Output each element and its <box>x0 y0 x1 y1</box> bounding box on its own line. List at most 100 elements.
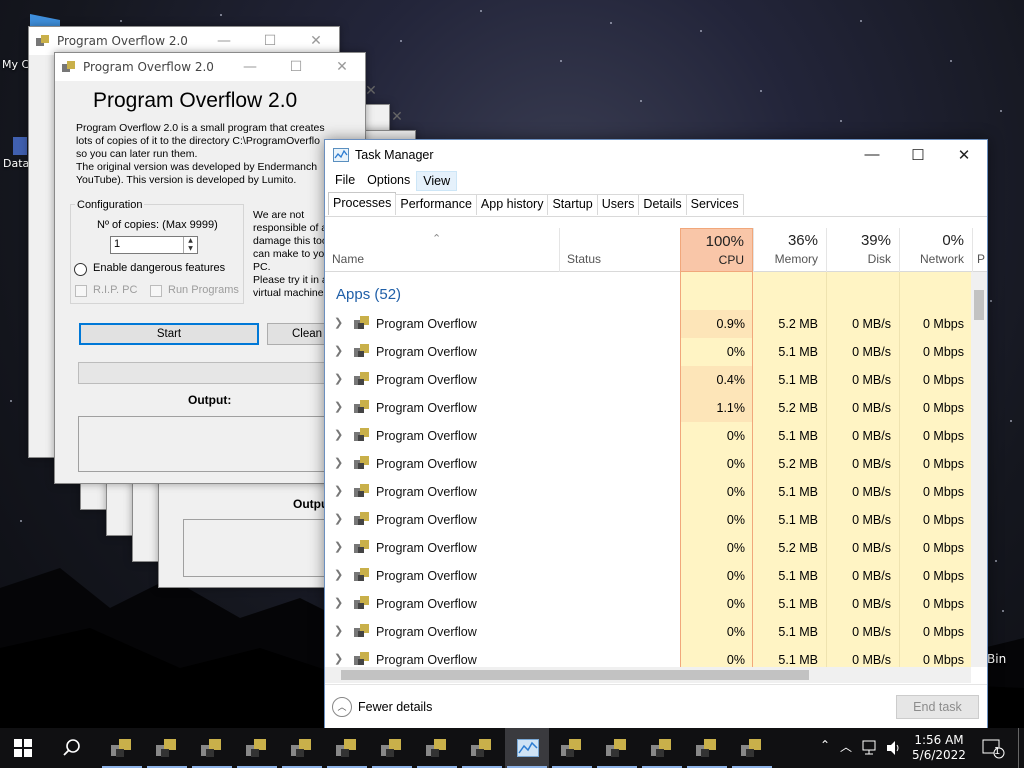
column-power[interactable]: P <box>972 228 987 272</box>
taskbar-program-overflow[interactable] <box>145 728 189 768</box>
desktop-icon-label-computer[interactable]: My C <box>2 58 29 71</box>
taskbar-program-overflow[interactable] <box>550 728 594 768</box>
expand-chevron-icon[interactable]: ❯ <box>334 456 343 469</box>
dangerous-features-radio[interactable] <box>74 263 87 276</box>
scrollbar-thumb[interactable] <box>974 290 984 320</box>
tab-performance[interactable]: Performance <box>395 194 477 215</box>
maximize-icon[interactable]: ☐ <box>273 59 319 75</box>
column-memory[interactable]: 36% Memory <box>753 228 826 272</box>
tab-app-history[interactable]: App history <box>475 194 549 215</box>
end-task-button[interactable]: End task <box>896 695 979 719</box>
taskbar-program-overflow[interactable] <box>460 728 504 768</box>
process-list[interactable]: Apps (52) ❯ Program Overflow 0.9% 5.2 MB 0 M… <box>325 272 971 667</box>
search-icon[interactable] <box>62 738 82 758</box>
output-box[interactable] <box>78 416 338 472</box>
taskbar-task-manager[interactable] <box>505 728 549 768</box>
volume-icon[interactable] <box>886 740 902 756</box>
expand-chevron-icon[interactable]: ❯ <box>334 344 343 357</box>
desktop-icon-label-data[interactable]: Data <box>3 157 29 170</box>
close-icon[interactable]: ✕ <box>293 33 339 49</box>
expand-chevron-icon[interactable]: ❯ <box>334 540 343 553</box>
expand-chevron-icon[interactable]: ❯ <box>334 624 343 637</box>
process-row[interactable]: ❯ Program Overflow 0% 5.1 MB 0 MB/s 0 Mbps <box>325 478 971 506</box>
scrollbar-thumb[interactable] <box>341 670 809 680</box>
expand-chevron-icon[interactable]: ❯ <box>334 372 343 385</box>
expand-chevron-icon[interactable]: ❯ <box>334 484 343 497</box>
show-hidden-icons-icon[interactable]: ︿ <box>840 738 852 768</box>
process-row[interactable]: ❯ Program Overflow 0% 5.1 MB 0 MB/s 0 Mbps <box>325 338 971 366</box>
task-manager-title-bar[interactable]: Task Manager — ☐ ✕ <box>325 140 987 170</box>
window-title-bar[interactable]: Program Overflow 2.0 — ☐ ✕ <box>29 27 339 55</box>
network-icon[interactable] <box>862 740 880 756</box>
taskbar-program-overflow[interactable] <box>235 728 279 768</box>
process-row[interactable]: ❯ Program Overflow 0% 5.1 MB 0 MB/s 0 Mbps <box>325 646 971 667</box>
maximize-icon[interactable]: ☐ <box>247 33 293 49</box>
taskbar-clock[interactable]: 1:56 AM 5/6/2022 <box>904 733 974 763</box>
expand-chevron-icon[interactable]: ❯ <box>334 400 343 413</box>
task-manager-window[interactable]: Task Manager — ☐ ✕ File Options View Proce… <box>324 139 988 730</box>
expand-chevron-icon[interactable]: ❯ <box>334 596 343 609</box>
chevron-up-icon[interactable]: ⌃ <box>820 738 832 768</box>
taskbar-program-overflow[interactable] <box>280 728 324 768</box>
expand-chevron-icon[interactable]: ❯ <box>334 652 343 665</box>
horizontal-scrollbar[interactable] <box>325 667 971 683</box>
taskbar-program-overflow[interactable] <box>730 728 774 768</box>
tab-processes[interactable]: Processes <box>328 192 397 215</box>
windows-start-icon[interactable] <box>14 739 32 757</box>
vertical-scrollbar[interactable] <box>971 272 987 667</box>
process-row[interactable]: ❯ Program Overflow 0% 5.1 MB 0 MB/s 0 Mbps <box>325 618 971 646</box>
program-overflow-window[interactable]: Program Overflow 2.0 — ☐ ✕ Program Overflo… <box>54 52 366 484</box>
start-button[interactable]: Start <box>79 323 259 345</box>
column-network[interactable]: 0% Network <box>899 228 972 272</box>
close-icon[interactable]: ✕ <box>377 109 417 125</box>
close-icon[interactable]: ✕ <box>941 146 987 164</box>
tab-startup[interactable]: Startup <box>547 194 598 215</box>
taskbar-program-overflow[interactable] <box>415 728 459 768</box>
column-cpu[interactable]: 100% CPU <box>680 228 753 272</box>
process-row[interactable]: ❯ Program Overflow 0% 5.2 MB 0 MB/s 0 Mbps <box>325 534 971 562</box>
process-row[interactable]: ❯ Program Overflow 0.4% 5.1 MB 0 MB/s 0 Mbps <box>325 366 971 394</box>
process-row[interactable]: ❯ Program Overflow 0.9% 5.2 MB 0 MB/s 0 Mbps <box>325 310 971 338</box>
taskbar-program-overflow[interactable] <box>370 728 414 768</box>
expand-chevron-icon[interactable]: ❯ <box>334 512 343 525</box>
show-desktop-button[interactable] <box>1018 728 1019 768</box>
close-icon[interactable]: ✕ <box>319 59 365 75</box>
tab-services[interactable]: Services <box>685 194 744 215</box>
run-programs-checkbox[interactable] <box>150 285 162 297</box>
data-icon[interactable] <box>12 136 28 156</box>
taskbar-program-overflow[interactable] <box>640 728 684 768</box>
process-row[interactable]: ❯ Program Overflow 0% 5.1 MB 0 MB/s 0 Mbps <box>325 562 971 590</box>
process-row[interactable]: ❯ Program Overflow 0% 5.2 MB 0 MB/s 0 Mbps <box>325 450 971 478</box>
process-row[interactable]: ❯ Program Overflow 1.1% 5.2 MB 0 MB/s 0 Mbps <box>325 394 971 422</box>
expand-chevron-icon[interactable]: ❯ <box>334 316 343 329</box>
taskbar-program-overflow[interactable] <box>685 728 729 768</box>
taskbar-program-overflow[interactable] <box>190 728 234 768</box>
taskbar-program-overflow[interactable] <box>100 728 144 768</box>
menu-file[interactable]: File <box>329 171 361 191</box>
window-title-bar[interactable]: Program Overflow 2.0 — ☐ ✕ <box>55 53 365 81</box>
column-disk[interactable]: 39% Disk <box>826 228 899 272</box>
apps-group-label[interactable]: Apps (52) <box>336 286 401 303</box>
expand-chevron-icon[interactable]: ❯ <box>334 568 343 581</box>
minimize-icon[interactable]: — <box>227 59 273 75</box>
minimize-icon[interactable]: — <box>201 33 247 49</box>
process-row[interactable]: ❯ Program Overflow 0% 5.1 MB 0 MB/s 0 Mbps <box>325 506 971 534</box>
menu-view[interactable]: View <box>416 171 458 191</box>
process-row[interactable]: ❯ Program Overflow 0% 5.1 MB 0 MB/s 0 Mbps <box>325 590 971 618</box>
expand-chevron-icon[interactable]: ❯ <box>334 428 343 441</box>
desktop-icon-label-bin[interactable]: Bin <box>987 652 1006 666</box>
tab-details[interactable]: Details <box>638 194 687 215</box>
rip-pc-checkbox[interactable] <box>75 285 87 297</box>
process-row[interactable]: ❯ Program Overflow 0% 5.1 MB 0 MB/s 0 Mbps <box>325 422 971 450</box>
fewer-details-link[interactable]: Fewer details <box>358 700 432 714</box>
copies-stepper[interactable]: ▲ ▼ <box>183 237 197 253</box>
minimize-icon[interactable]: — <box>849 146 895 164</box>
maximize-icon[interactable]: ☐ <box>895 146 941 164</box>
chevron-up-icon[interactable]: ︿ <box>332 697 352 717</box>
tab-users[interactable]: Users <box>596 194 640 215</box>
column-name[interactable]: Name <box>332 252 364 266</box>
column-status-cell[interactable]: Status <box>559 228 679 272</box>
taskbar-program-overflow[interactable] <box>325 728 369 768</box>
menu-options[interactable]: Options <box>361 171 416 191</box>
taskbar-program-overflow[interactable] <box>595 728 639 768</box>
